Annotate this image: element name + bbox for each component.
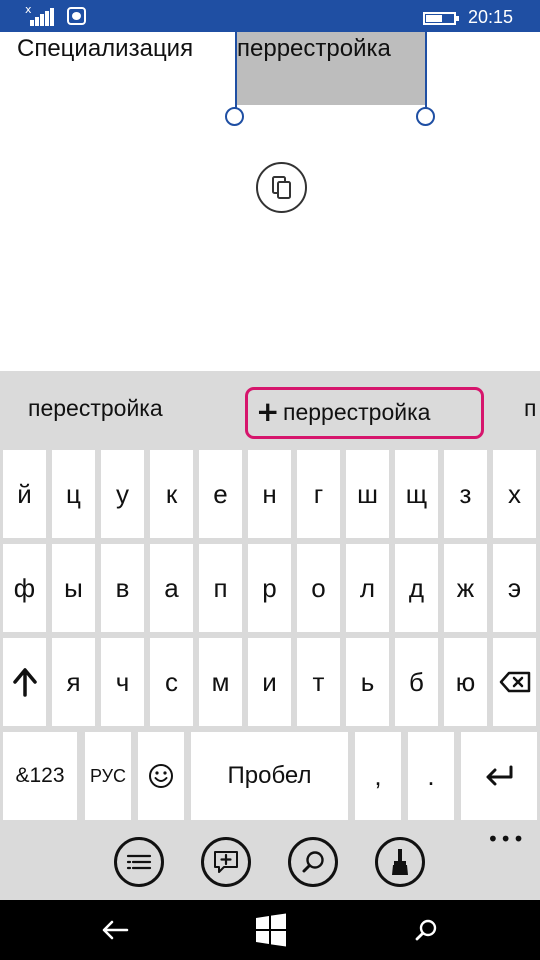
- key[interactable]: л: [346, 544, 389, 632]
- shift-key[interactable]: [3, 638, 46, 726]
- key[interactable]: ж: [444, 544, 487, 632]
- list-button[interactable]: [114, 837, 164, 887]
- period-key[interactable]: .: [408, 732, 454, 820]
- selected-word[interactable]: перрестройка: [237, 35, 391, 63]
- selection-start-handle[interactable]: [225, 107, 244, 126]
- windows-icon: [256, 913, 286, 947]
- clock: 20:15: [468, 7, 514, 27]
- key[interactable]: ы: [52, 544, 95, 632]
- search-icon: [415, 919, 437, 941]
- symbols-key[interactable]: &123: [3, 732, 77, 820]
- add-word-label: перрестройка: [283, 399, 431, 425]
- space-key[interactable]: Пробел: [191, 732, 348, 820]
- key[interactable]: х: [493, 450, 536, 538]
- back-icon: [102, 920, 129, 940]
- copy-button[interactable]: [256, 162, 307, 213]
- key[interactable]: э: [493, 544, 536, 632]
- plus-icon: +: [256, 395, 280, 428]
- add-comment-button[interactable]: [201, 837, 251, 887]
- key[interactable]: ц: [52, 450, 95, 538]
- key[interactable]: ф: [3, 544, 46, 632]
- emoji-key[interactable]: [138, 732, 184, 820]
- copy-icon: [272, 176, 291, 199]
- phone-screen: x 20:15 Специализация перрестройка перес…: [0, 0, 540, 960]
- key[interactable]: м: [199, 638, 242, 726]
- key[interactable]: у: [101, 450, 144, 538]
- language-key[interactable]: РУС: [85, 732, 131, 820]
- add-word-suggestion[interactable]: + перрестройка: [245, 387, 484, 439]
- signal-icon: [30, 7, 56, 26]
- key[interactable]: я: [52, 638, 95, 726]
- enter-icon: [486, 765, 513, 786]
- key[interactable]: и: [248, 638, 291, 726]
- key[interactable]: ю: [444, 638, 487, 726]
- on-screen-keyboard: перестройка + перрестройка п й ц у к е н…: [0, 371, 540, 900]
- battery-icon: [423, 12, 459, 25]
- key[interactable]: в: [101, 544, 144, 632]
- key[interactable]: а: [150, 544, 193, 632]
- key[interactable]: о: [297, 544, 340, 632]
- list-icon: [126, 854, 152, 870]
- selection-start-line: [235, 32, 237, 108]
- key[interactable]: б: [395, 638, 438, 726]
- selection-end-handle[interactable]: [416, 107, 435, 126]
- enter-key[interactable]: [461, 732, 537, 820]
- search-button[interactable]: [288, 837, 338, 887]
- format-painter-button[interactable]: [375, 837, 425, 887]
- key[interactable]: г: [297, 450, 340, 538]
- key[interactable]: с: [150, 638, 193, 726]
- key[interactable]: ь: [346, 638, 389, 726]
- backspace-icon: [499, 671, 530, 693]
- back-button[interactable]: [95, 910, 135, 950]
- backspace-key[interactable]: [493, 638, 536, 726]
- more-options-button[interactable]: •••: [487, 827, 525, 851]
- key[interactable]: й: [3, 450, 46, 538]
- document-text[interactable]: Специализация: [17, 35, 193, 63]
- navigation-bar: [0, 900, 540, 960]
- key[interactable]: ш: [346, 450, 389, 538]
- start-button[interactable]: [251, 910, 291, 950]
- key[interactable]: т: [297, 638, 340, 726]
- search-icon: [302, 851, 324, 873]
- sync-icon: [67, 7, 86, 25]
- key[interactable]: д: [395, 544, 438, 632]
- battery-fill: [426, 15, 442, 22]
- add-comment-icon: [214, 851, 238, 873]
- key[interactable]: е: [199, 450, 242, 538]
- key[interactable]: п: [199, 544, 242, 632]
- suggestion-right[interactable]: п: [524, 395, 536, 422]
- status-bar: x 20:15: [0, 0, 540, 32]
- key[interactable]: р: [248, 544, 291, 632]
- suggestion-left[interactable]: перестройка: [28, 395, 163, 422]
- format-painter-icon: [392, 849, 408, 875]
- key[interactable]: ч: [101, 638, 144, 726]
- key[interactable]: з: [444, 450, 487, 538]
- selection-end-line: [425, 32, 427, 108]
- key[interactable]: к: [150, 450, 193, 538]
- key[interactable]: н: [248, 450, 291, 538]
- search-nav-button[interactable]: [406, 910, 446, 950]
- shift-arrow-icon: [12, 668, 37, 697]
- comma-key[interactable]: ,: [355, 732, 401, 820]
- smiley-icon: [149, 764, 173, 788]
- key[interactable]: щ: [395, 450, 438, 538]
